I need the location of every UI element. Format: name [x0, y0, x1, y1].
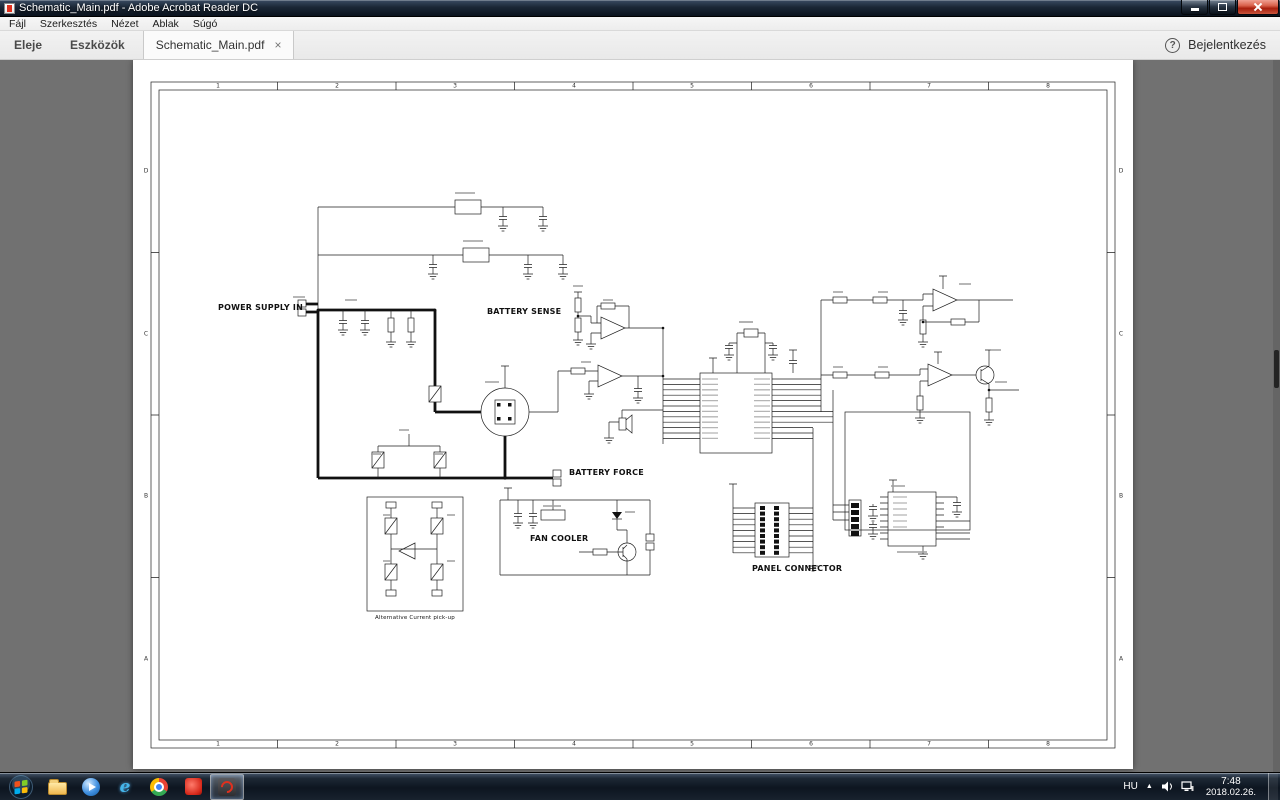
sheet-frame	[150, 81, 1116, 749]
junction-dots	[316, 308, 991, 480]
pdf-page: POWER SUPPLY IN BATTERY SENSE BATTERY FO…	[133, 60, 1133, 769]
document-tab[interactable]: Schematic_Main.pdf ×	[142, 31, 295, 59]
taskbar-media-player-button[interactable]	[74, 774, 108, 800]
grid-label: 4	[572, 82, 576, 90]
taskbar-red-app-button[interactable]	[176, 774, 210, 800]
tabbar-right: ? Bejelentkezés	[1165, 31, 1280, 59]
menu-edit[interactable]: Szerkesztés	[33, 17, 104, 30]
menu-view[interactable]: Nézet	[104, 17, 145, 30]
grid-label: D	[143, 167, 149, 175]
grid-label: 2	[335, 82, 339, 90]
windows-orb-icon	[9, 774, 33, 799]
sign-in-button[interactable]: Bejelentkezés	[1188, 38, 1266, 52]
grid-label: 3	[453, 740, 457, 748]
grid-label: B	[143, 492, 149, 500]
language-indicator[interactable]: HU	[1123, 781, 1137, 792]
window-controls	[1181, 0, 1280, 15]
grid-label: 8	[1046, 740, 1050, 748]
grid-label: 5	[690, 82, 694, 90]
window-title: Schematic_Main.pdf - Adobe Acrobat Reade…	[19, 2, 259, 14]
taskbar-chrome-button[interactable]	[142, 774, 176, 800]
minimize-icon	[1190, 7, 1199, 11]
help-icon[interactable]: ?	[1165, 37, 1181, 53]
grid-label: 8	[1046, 82, 1050, 90]
serial-section	[832, 390, 971, 560]
document-tab-label: Schematic_Main.pdf	[155, 38, 265, 52]
clock-date: 2018.02.26.	[1205, 786, 1256, 798]
clock[interactable]: 7:48 2018.02.26.	[1202, 776, 1260, 798]
tab-bar: Eleje Eszközök Schematic_Main.pdf × ? Be…	[0, 31, 1280, 60]
taskbar-internet-explorer-button[interactable]: e	[108, 774, 142, 800]
label-battery-sense: BATTERY SENSE	[487, 307, 562, 316]
window-titlebar: Schematic_Main.pdf - Adobe Acrobat Reade…	[0, 0, 1280, 17]
media-player-icon	[82, 777, 100, 796]
schematic-drawing	[150, 81, 1116, 749]
internet-explorer-icon: e	[119, 776, 131, 797]
power-input-section	[293, 296, 598, 480]
minimize-button[interactable]	[1181, 0, 1208, 15]
maximize-button[interactable]	[1209, 0, 1236, 15]
grid-label: 7	[927, 82, 931, 90]
grid-label: 2	[335, 740, 339, 748]
menu-file[interactable]: Fájl	[2, 17, 33, 30]
acrobat-reader-icon	[218, 777, 236, 796]
explorer-icon	[47, 778, 67, 795]
vertical-scrollbar[interactable]	[1273, 60, 1280, 772]
taskbar: e HU ▲ 7:48 2018.02.26.	[0, 772, 1280, 800]
grid-label: B	[1118, 492, 1124, 500]
volume-icon[interactable]	[1161, 781, 1173, 792]
driver-section	[820, 275, 1019, 426]
close-tab-icon[interactable]: ×	[272, 39, 283, 51]
grid-label: 6	[809, 82, 813, 90]
grid-label: C	[143, 330, 149, 338]
clock-time: 7:48	[1221, 775, 1241, 787]
grid-label: 5	[690, 740, 694, 748]
grid-label: 1	[216, 82, 220, 90]
close-button[interactable]	[1237, 0, 1279, 15]
label-panel-connector: PANEL CONNECTOR	[752, 564, 843, 573]
label-battery-force: BATTERY FORCE	[569, 468, 644, 477]
maximize-icon	[1218, 3, 1227, 11]
alt-pickup-section	[366, 496, 464, 612]
grid-label: 4	[572, 740, 576, 748]
label-power-supply-in: POWER SUPPLY IN	[218, 303, 303, 312]
grid-label: 3	[453, 82, 457, 90]
grid-label: 1	[216, 740, 220, 748]
label-alternative-pickup: Alternative Current pick-up	[375, 615, 455, 621]
panel-connector-section	[728, 428, 819, 572]
taskbar-acrobat-button[interactable]	[210, 773, 244, 800]
grid-label: C	[1118, 330, 1124, 338]
grid-label: 6	[809, 740, 813, 748]
chrome-icon	[150, 777, 168, 796]
label-fan-cooler: FAN COOLER	[530, 534, 589, 543]
grid-label: 7	[927, 740, 931, 748]
network-icon[interactable]	[1181, 781, 1194, 792]
regulator-section	[317, 192, 569, 310]
system-tray: HU ▲ 7:48 2018.02.26.	[1123, 773, 1280, 800]
scrollbar-thumb[interactable]	[1274, 350, 1279, 388]
menu-window[interactable]: Ablak	[146, 17, 186, 30]
red-app-icon	[184, 778, 202, 795]
document-area: POWER SUPPLY IN BATTERY SENSE BATTERY FO…	[0, 60, 1280, 772]
battery-sense-section	[572, 285, 664, 444]
grid-label: D	[1118, 167, 1124, 175]
start-button[interactable]	[6, 774, 36, 800]
battery-force-section	[552, 469, 562, 487]
hidden-icons-arrow[interactable]: ▲	[1146, 783, 1153, 790]
close-icon	[1253, 2, 1263, 12]
grid-label: A	[143, 655, 149, 663]
pdf-app-icon	[4, 2, 15, 14]
tab-tools[interactable]: Eszközök	[56, 31, 139, 59]
tab-home[interactable]: Eleje	[0, 31, 56, 59]
show-desktop-button[interactable]	[1268, 773, 1278, 800]
fan-cooler-section	[499, 487, 655, 576]
menubar: Fájl Szerkesztés Nézet Ablak Súgó	[0, 17, 1280, 31]
grid-label: A	[1118, 655, 1124, 663]
taskbar-explorer-button[interactable]	[40, 774, 74, 800]
menu-help[interactable]: Súgó	[186, 17, 225, 30]
